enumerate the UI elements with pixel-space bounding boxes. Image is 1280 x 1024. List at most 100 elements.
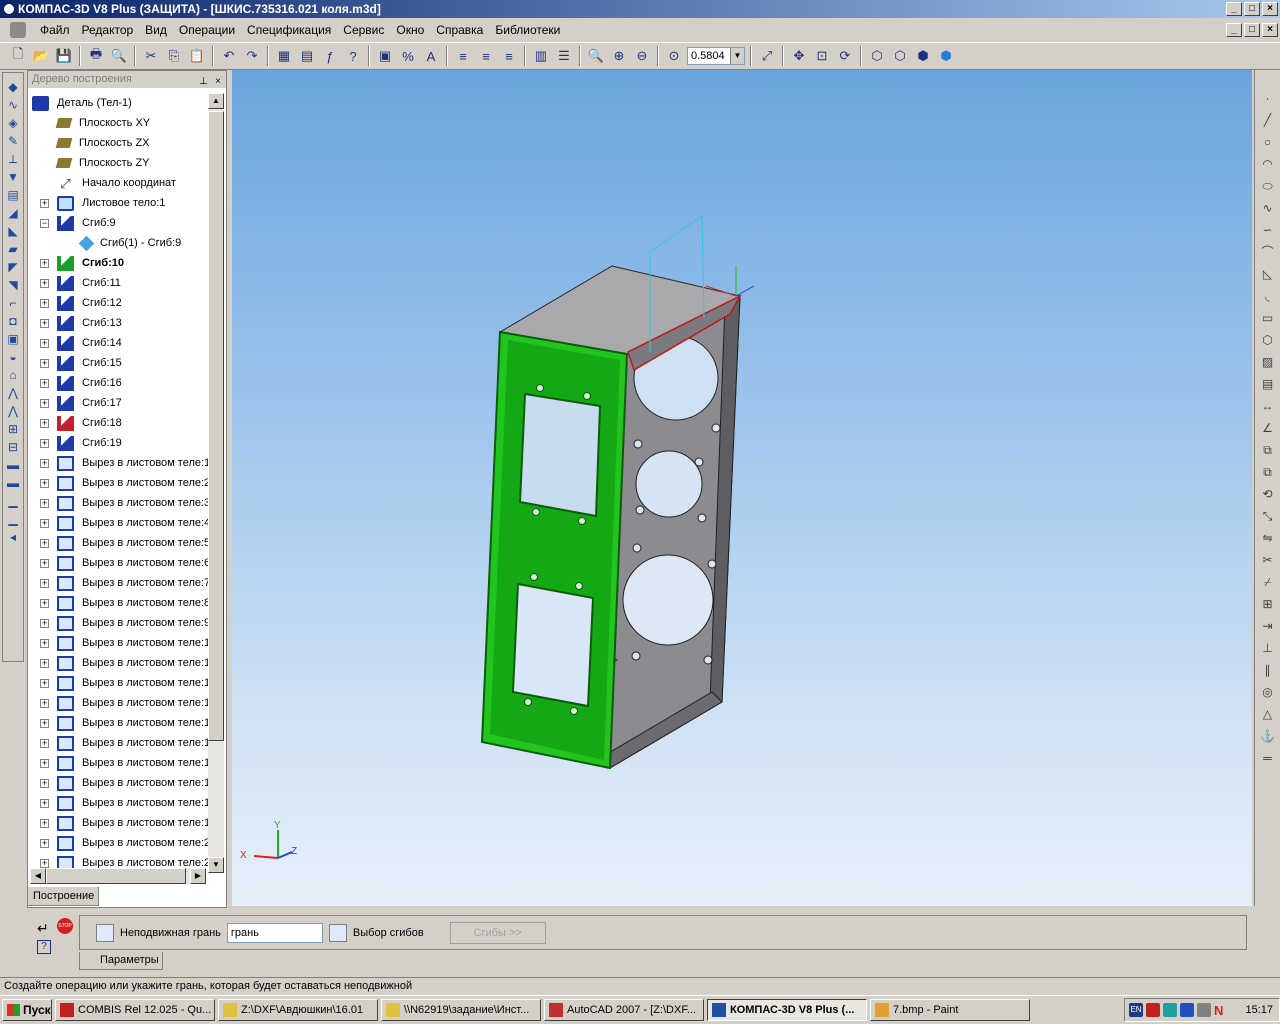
tree-item[interactable]: + Сгиб:12 bbox=[28, 293, 208, 313]
louver-icon[interactable]: ⌂ bbox=[5, 367, 21, 383]
menu-edit[interactable]: Редактор bbox=[76, 20, 140, 40]
constraint-icon[interactable]: ⊥ bbox=[1260, 640, 1276, 656]
align-center-icon[interactable]: ≡ bbox=[476, 46, 496, 66]
menu-view[interactable]: Вид bbox=[139, 20, 173, 40]
expand-icon[interactable]: + bbox=[40, 818, 49, 828]
hem-icon[interactable]: ◥ bbox=[5, 277, 21, 293]
tree-item[interactable]: − Сгиб:9 bbox=[28, 213, 208, 233]
tree-item[interactable]: + Сгиб:19 bbox=[28, 433, 208, 453]
fixed-face-field[interactable]: грань bbox=[226, 922, 323, 943]
shell-icon[interactable]: ⋀ bbox=[5, 403, 21, 419]
stop-icon[interactable]: STOP bbox=[57, 918, 73, 934]
help-icon[interactable]: ? bbox=[37, 940, 51, 954]
tree-item[interactable]: + Сгиб:18 bbox=[28, 413, 208, 433]
redo-icon[interactable]: ↷ bbox=[242, 46, 262, 66]
align-left-icon[interactable]: ≡ bbox=[453, 46, 473, 66]
unbend-icon[interactable]: ▰ bbox=[5, 241, 21, 257]
tree-item[interactable]: + Вырез в листовом теле:1 bbox=[28, 633, 208, 653]
scroll-right-icon[interactable]: ▶ bbox=[190, 868, 206, 884]
expand-icon[interactable]: + bbox=[40, 438, 49, 448]
angle-dim-icon[interactable]: ∠ bbox=[1260, 420, 1276, 436]
polyline-icon[interactable]: ⌒ bbox=[1260, 244, 1276, 260]
minimize-button[interactable]: _ bbox=[1226, 2, 1242, 16]
scale-tool-icon[interactable]: ⤡ bbox=[1260, 508, 1276, 524]
expand-icon[interactable]: + bbox=[40, 418, 49, 428]
grid-icon[interactable]: ▣ bbox=[375, 46, 395, 66]
expand-icon[interactable]: + bbox=[40, 298, 49, 308]
library-icon[interactable]: ▤ bbox=[297, 46, 317, 66]
tree-item[interactable]: + Вырез в листовом теле:1 bbox=[28, 793, 208, 813]
scroll-thumb[interactable] bbox=[208, 111, 224, 741]
tree-item[interactable]: + Вырез в листовом теле:1 bbox=[28, 753, 208, 773]
tree-item[interactable]: ⤢ Начало координат bbox=[28, 173, 208, 193]
menu-libraries[interactable]: Библиотеки bbox=[489, 20, 566, 40]
mirror-tool-icon[interactable]: ⇋ bbox=[1260, 530, 1276, 546]
circle-icon[interactable]: ○ bbox=[1260, 134, 1276, 150]
flange-icon[interactable]: ◤ bbox=[5, 259, 21, 275]
fixed-face-icon[interactable] bbox=[96, 923, 114, 942]
taskbar-button[interactable]: COMBIS Rel 12.025 - Qu... bbox=[55, 999, 215, 1021]
tree-item[interactable]: + Вырез в листовом теле:3 bbox=[28, 493, 208, 513]
tree-item[interactable]: + Вырез в листовом теле:2 bbox=[28, 473, 208, 493]
expand-icon[interactable]: + bbox=[40, 378, 49, 388]
tree-item[interactable]: + Сгиб:16 bbox=[28, 373, 208, 393]
orientation-icon[interactable]: ⤢ bbox=[757, 46, 777, 66]
menu-window[interactable]: Окно bbox=[390, 20, 430, 40]
zoom-scale-icon[interactable]: ⊙ bbox=[664, 46, 684, 66]
tray-sound-icon[interactable] bbox=[1197, 1003, 1211, 1017]
trim-icon[interactable]: ✂ bbox=[1260, 552, 1276, 568]
expand-icon[interactable]: + bbox=[40, 558, 49, 568]
plate4-icon[interactable]: ▁ bbox=[5, 511, 21, 527]
scroll-down-icon[interactable]: ▼ bbox=[208, 857, 224, 873]
tree-item[interactable]: + Вырез в листовом теле:7 bbox=[28, 573, 208, 593]
open-file-icon[interactable]: 📂 bbox=[31, 46, 51, 66]
expand-icon[interactable]: + bbox=[40, 318, 49, 328]
zoom-input[interactable]: 0.5804 ▼ bbox=[687, 47, 745, 65]
spline-icon[interactable]: ∿ bbox=[1260, 200, 1276, 216]
expand-icon[interactable]: + bbox=[40, 458, 49, 468]
chamfer-icon[interactable]: ◺ bbox=[1260, 266, 1276, 282]
tree-item[interactable]: + Вырез в листовом теле:1 bbox=[28, 453, 208, 473]
menu-operations[interactable]: Операции bbox=[173, 20, 241, 40]
copy-tool-icon[interactable]: ⧉ bbox=[1260, 442, 1276, 458]
scroll-thumb-horizontal[interactable] bbox=[46, 868, 186, 884]
align-right-icon[interactable]: ≡ bbox=[499, 46, 519, 66]
shaded-icon[interactable]: ⬢ bbox=[936, 46, 956, 66]
sheet-metal-icon[interactable]: ◢ bbox=[5, 205, 21, 221]
expand-icon[interactable]: + bbox=[40, 698, 49, 708]
enter-icon[interactable]: ↵ bbox=[37, 920, 49, 937]
document-icon[interactable] bbox=[10, 22, 26, 38]
print-icon[interactable]: 🖶 bbox=[86, 46, 106, 66]
expand-icon[interactable]: + bbox=[40, 658, 49, 668]
paste-icon[interactable]: 📋 bbox=[187, 46, 207, 66]
parallel-icon[interactable]: ∥ bbox=[1260, 662, 1276, 678]
expand-icon[interactable]: + bbox=[40, 618, 49, 628]
bend-tool-icon[interactable]: ◣ bbox=[5, 223, 21, 239]
undo-icon[interactable]: ↶ bbox=[219, 46, 239, 66]
tray-app-icon[interactable] bbox=[1180, 1003, 1194, 1017]
tree-item[interactable]: Плоскость ZX bbox=[28, 133, 208, 153]
tree-item[interactable]: + Сгиб:13 bbox=[28, 313, 208, 333]
doc-minimize-button[interactable]: _ bbox=[1226, 23, 1242, 37]
expand-icon[interactable]: + bbox=[40, 198, 49, 208]
zoom-frame-icon[interactable]: ⊕ bbox=[609, 46, 629, 66]
arc-icon[interactable]: ◠ bbox=[1260, 156, 1276, 172]
triangle-icon[interactable]: △ bbox=[1260, 706, 1276, 722]
hidden-lines-icon[interactable]: ⬡ bbox=[890, 46, 910, 66]
start-button[interactable]: Пуск bbox=[2, 999, 52, 1021]
tray-antivirus-icon[interactable] bbox=[1146, 1003, 1160, 1017]
tree-item[interactable]: + Сгиб:15 bbox=[28, 353, 208, 373]
expand-icon[interactable]: + bbox=[40, 578, 49, 588]
polygon-icon[interactable]: ⬡ bbox=[1260, 332, 1276, 348]
fit-all-icon[interactable]: ⊡ bbox=[812, 46, 832, 66]
mirror-icon[interactable]: ⊟ bbox=[5, 439, 21, 455]
zoom-out-icon[interactable]: ⊖ bbox=[632, 46, 652, 66]
tree-item[interactable]: + Вырез в листовом теле:1 bbox=[28, 733, 208, 753]
expand-icon[interactable]: + bbox=[40, 638, 49, 648]
expand-icon[interactable]: + bbox=[40, 778, 49, 788]
close-button[interactable]: × bbox=[1262, 2, 1278, 16]
save-icon[interactable]: 💾 bbox=[54, 46, 74, 66]
taskbar-button[interactable]: AutoCAD 2007 - [Z:\DXF... bbox=[544, 999, 704, 1021]
expand-icon[interactable]: + bbox=[40, 538, 49, 548]
hatch-icon[interactable]: ▨ bbox=[1260, 354, 1276, 370]
